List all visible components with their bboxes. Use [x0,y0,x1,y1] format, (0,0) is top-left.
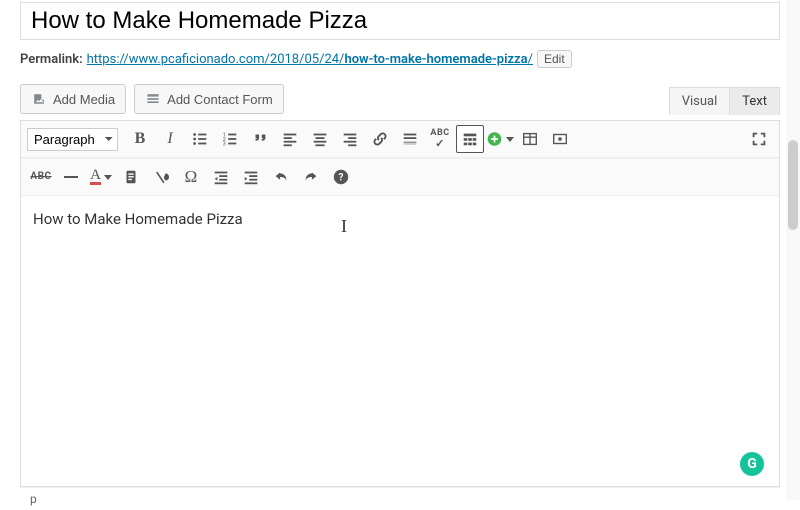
strikethrough-button[interactable]: ABC [27,163,55,191]
outdent-button[interactable] [207,163,235,191]
editor-content[interactable]: How to Make Homemade Pizza [21,196,779,486]
permalink-link[interactable]: https://www.pcaficionado.com/2018/05/24/… [87,52,533,67]
text-cursor-icon [341,216,342,234]
scrollbar-thumb[interactable] [788,140,798,230]
insert-table-button[interactable] [516,125,544,153]
toggle-toolbar-button[interactable] [456,125,484,153]
status-path: p [30,492,37,506]
add-contact-form-label: Add Contact Form [167,92,273,107]
number-list-button[interactable]: 123 [216,125,244,153]
indent-button[interactable] [237,163,265,191]
tab-visual[interactable]: Visual [670,88,730,115]
editor-wrap: Paragraph B I 123 ABC✓ ABC A Ω [20,120,780,487]
distraction-free-button[interactable] [546,125,574,153]
scrollbar-track[interactable] [786,0,800,500]
status-bar: p [20,487,780,510]
toolbar-row-2: ABC A Ω ? [21,158,779,196]
help-button[interactable]: ? [327,163,355,191]
format-select[interactable]: Paragraph [27,128,118,151]
permalink-row: Permalink: https://www.pcaficionado.com/… [20,50,780,68]
media-icon [31,91,47,107]
add-media-button[interactable]: Add Media [20,84,126,114]
tab-text[interactable]: Text [729,88,779,115]
paste-text-button[interactable] [117,163,145,191]
permalink-base: https://www.pcaficionado.com/2018/05/24/ [87,52,345,67]
special-char-button[interactable]: Ω [177,163,205,191]
add-block-button[interactable] [486,125,514,153]
spellcheck-button[interactable]: ABC✓ [426,125,454,153]
fullscreen-button[interactable] [745,125,773,153]
link-button[interactable] [366,125,394,153]
blockquote-button[interactable] [246,125,274,153]
clear-format-button[interactable] [147,163,175,191]
redo-button[interactable] [297,163,325,191]
form-icon [145,91,161,107]
svg-text:3: 3 [223,141,226,147]
add-media-label: Add Media [53,92,115,107]
add-contact-form-button[interactable]: Add Contact Form [134,84,284,114]
toolbar-row-1: Paragraph B I 123 ABC✓ [21,121,779,158]
post-title-input[interactable] [20,2,780,40]
italic-button[interactable]: I [156,125,184,153]
editor-text: How to Make Homemade Pizza [33,210,243,228]
permalink-trail: / [528,52,533,67]
grammarly-badge[interactable]: G [740,452,764,476]
align-right-button[interactable] [336,125,364,153]
insert-more-button[interactable] [396,125,424,153]
permalink-slug: how-to-make-homemade-pizza [344,52,527,67]
edit-permalink-button[interactable]: Edit [537,50,572,68]
align-center-button[interactable] [306,125,334,153]
bold-button[interactable]: B [126,125,154,153]
permalink-label: Permalink: [20,52,83,67]
text-color-button[interactable]: A [87,163,115,191]
align-left-button[interactable] [276,125,304,153]
undo-button[interactable] [267,163,295,191]
horizontal-rule-button[interactable] [57,163,85,191]
bullet-list-button[interactable] [186,125,214,153]
svg-text:?: ? [339,173,344,184]
